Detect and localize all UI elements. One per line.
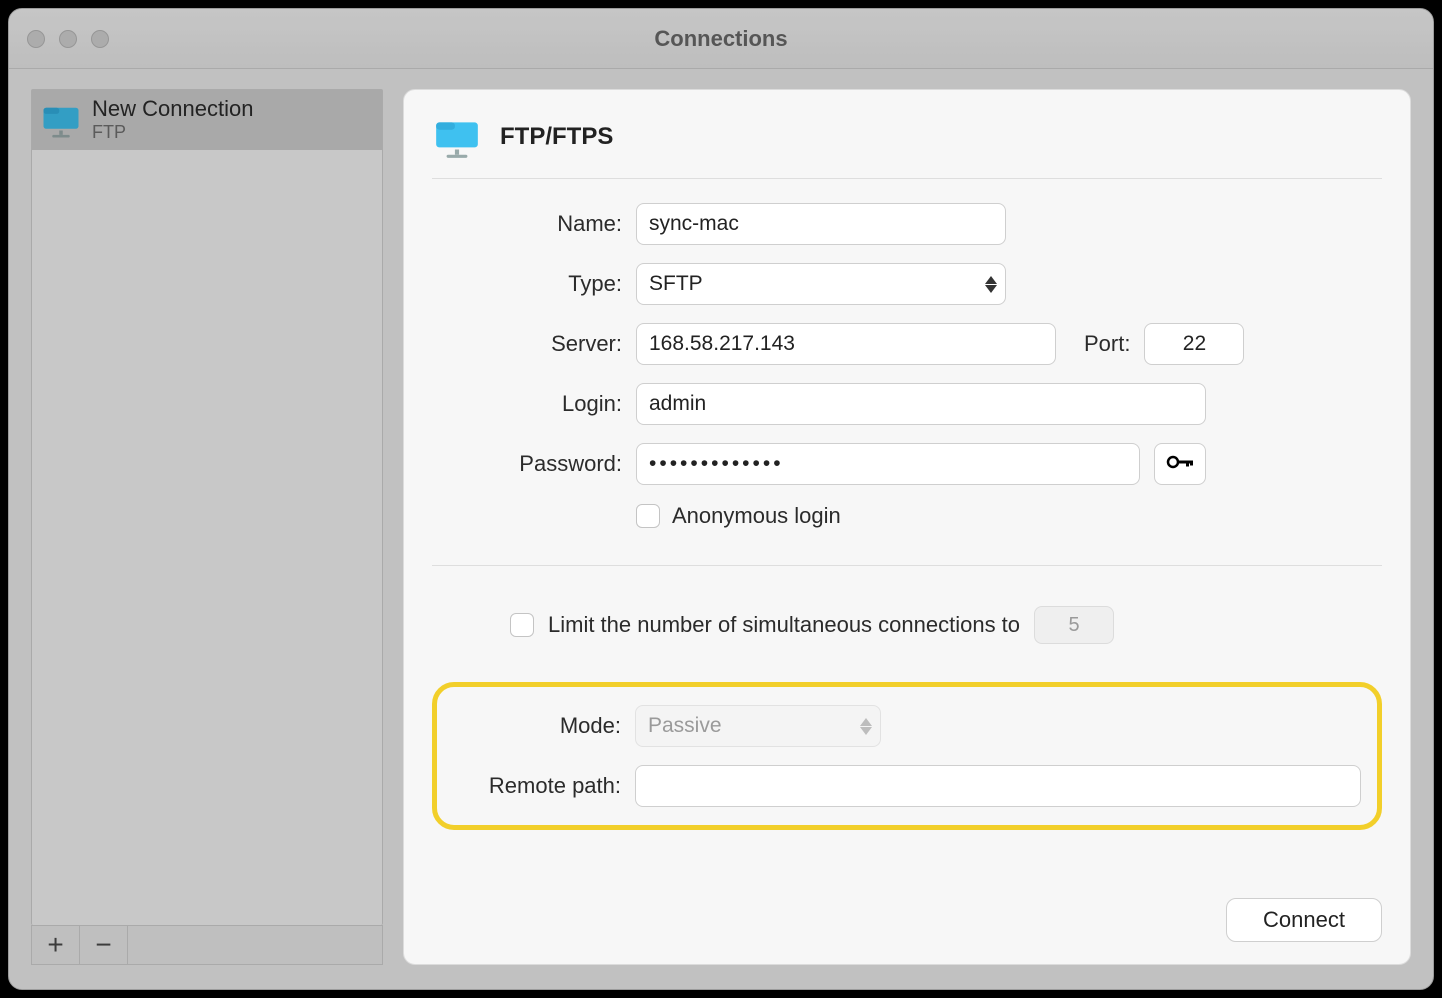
panel-title: FTP/FTPS [500,123,613,151]
login-input[interactable] [636,383,1206,425]
panel-header: FTP/FTPS [432,112,1382,179]
connections-window: Connections New Connection FT [8,8,1434,990]
limit-checkbox[interactable] [510,613,534,637]
limit-input[interactable] [1034,606,1114,644]
limit-label: Limit the number of simultaneous connect… [548,612,1020,638]
updown-icon [985,276,997,293]
login-label: Login: [432,391,622,417]
remote-path-label: Remote path: [445,773,621,799]
add-connection-button[interactable]: + [32,926,80,964]
anonymous-checkbox[interactable] [636,504,660,528]
network-folder-icon [40,99,82,141]
port-label: Port: [1084,331,1130,357]
minimize-window-button[interactable] [59,30,77,48]
titlebar: Connections [9,9,1433,69]
divider [432,565,1382,566]
connection-detail-panel: FTP/FTPS Name: Type: SFTP [403,89,1411,965]
updown-icon [860,718,872,735]
key-icon [1166,453,1194,476]
highlight-annotation: Mode: Passive Remote path: [432,682,1382,830]
mode-value: Passive [648,714,722,738]
connections-list[interactable]: New Connection FTP [31,89,383,925]
anonymous-label: Anonymous login [672,503,841,529]
port-input[interactable] [1144,323,1244,365]
connect-button[interactable]: Connect [1226,898,1382,942]
connections-sidebar: New Connection FTP + − [31,89,383,965]
connection-list-item[interactable]: New Connection FTP [32,90,382,150]
password-label: Password: [432,451,622,477]
name-input[interactable] [636,203,1006,245]
connection-protocol: FTP [92,122,253,144]
type-label: Type: [432,271,622,297]
type-value: SFTP [649,272,703,296]
close-window-button[interactable] [27,30,45,48]
window-title: Connections [9,26,1433,52]
name-label: Name: [432,211,622,237]
mode-label: Mode: [445,713,621,739]
server-label: Server: [432,331,622,357]
key-button[interactable] [1154,443,1206,485]
network-folder-icon [432,112,482,162]
sidebar-footer: + − [31,925,383,965]
zoom-window-button[interactable] [91,30,109,48]
type-select[interactable]: SFTP [636,263,1006,305]
mode-select[interactable]: Passive [635,705,881,747]
window-controls [27,30,109,48]
remote-path-input[interactable] [635,765,1361,807]
connection-name: New Connection [92,96,253,122]
remove-connection-button[interactable]: − [80,926,128,964]
server-input[interactable] [636,323,1056,365]
password-input[interactable] [636,443,1140,485]
